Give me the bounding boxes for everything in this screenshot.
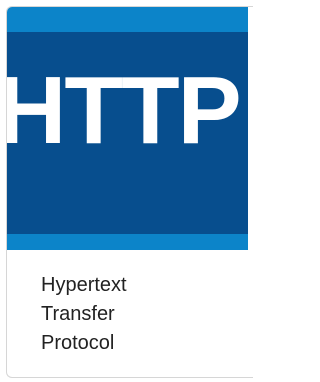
caption-line-1: Hypertext [41,274,127,296]
http-card[interactable]: HTTP Hypertext Transfer Protocol [6,6,253,378]
caption-line-2: Transfer [41,303,115,325]
http-logo: HTTP [7,7,248,250]
caption-line-3: Protocol [41,332,115,354]
logo-text: HTTP [7,57,242,164]
card-caption: Hypertext Transfer Protocol [41,271,127,358]
